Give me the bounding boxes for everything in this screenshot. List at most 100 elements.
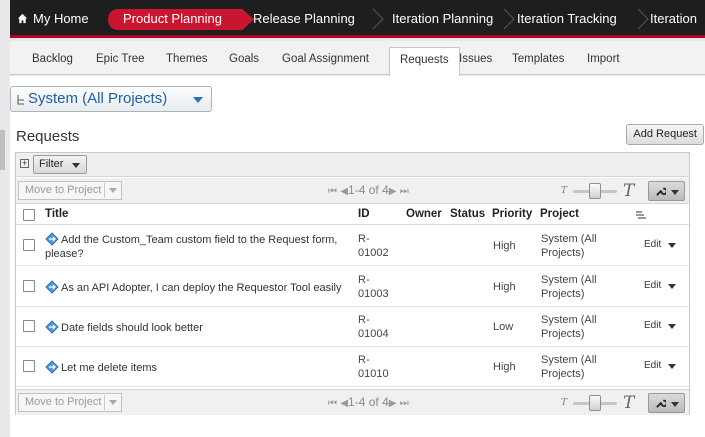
tab-themes[interactable]: Themes: [166, 53, 208, 65]
tab-iteration[interactable]: Iteration: [650, 0, 697, 38]
pager: ⏮ ◀1-4 of 4▶ ⏭: [328, 183, 409, 197]
column-id[interactable]: ID: [358, 208, 370, 220]
column-settings-icon[interactable]: [635, 210, 647, 220]
request-title[interactable]: Date fields should look better: [45, 320, 345, 335]
sub-nav: Backlog Epic Tree Themes Goals Goal Assi…: [10, 41, 705, 76]
tab-iteration-tracking[interactable]: Iteration Tracking: [517, 0, 617, 38]
project: System (All Projects): [541, 353, 611, 381]
chevron-down-icon[interactable]: [668, 284, 676, 289]
column-project[interactable]: Project: [540, 208, 579, 220]
tab-epic-tree[interactable]: Epic Tree: [96, 53, 145, 65]
prev-page-icon[interactable]: ◀: [340, 398, 348, 409]
project-selector[interactable]: System (All Projects): [10, 86, 212, 112]
grid-toolbar-top: Move to Project ⏮ ◀1-4 of 4▶ ⏭ T T: [16, 178, 689, 204]
chevron-right-icon: [503, 9, 515, 29]
main-panel: System (All Projects) Requests Add Reque…: [10, 76, 705, 437]
id-line: 01004: [358, 328, 389, 340]
edit-link[interactable]: Edit: [644, 320, 661, 331]
project-line: Projects): [541, 368, 585, 380]
text-size-slider[interactable]: T T: [561, 393, 641, 413]
large-text-icon: T: [623, 393, 635, 413]
request-title[interactable]: Let me delete items: [45, 360, 345, 375]
tab-iteration-planning[interactable]: Iteration Planning: [392, 0, 493, 38]
request-title[interactable]: As an API Adopter, I can deploy the Requ…: [45, 280, 345, 295]
slider-handle[interactable]: [589, 395, 601, 411]
column-owner[interactable]: Owner: [406, 208, 442, 220]
edit-link[interactable]: Edit: [644, 280, 661, 291]
prev-page-icon[interactable]: ◀: [340, 186, 348, 197]
tab-import[interactable]: Import: [587, 53, 620, 65]
tab-backlog[interactable]: Backlog: [32, 53, 73, 65]
column-title[interactable]: Title: [45, 208, 68, 220]
id-line: 01010: [358, 368, 389, 380]
small-text-icon: T: [561, 186, 568, 196]
tab-my-home[interactable]: My Home: [10, 0, 104, 38]
request-icon: [45, 360, 59, 374]
move-to-project-button[interactable]: Move to Project: [18, 393, 122, 412]
tab-label: Release Planning: [253, 11, 355, 26]
table-header: Title ID Owner Status Priority Project: [16, 205, 689, 225]
add-request-button[interactable]: Add Request: [626, 124, 704, 145]
table-row[interactable]: As an API Adopter, I can deploy the Requ…: [16, 267, 689, 307]
id-line: R-: [358, 274, 370, 286]
top-nav: My Home Product Planning Release Plannin…: [10, 0, 705, 38]
priority: High: [493, 361, 516, 373]
tab-release-planning[interactable]: Release Planning: [253, 0, 355, 38]
edit-link[interactable]: Edit: [644, 239, 661, 250]
next-page-icon[interactable]: ▶: [389, 398, 397, 409]
panel-splitter[interactable]: [0, 130, 5, 170]
table-row[interactable]: Date fields should look better R- 01004 L…: [16, 307, 689, 347]
table-row[interactable]: Add the Custom_Team custom field to the …: [16, 226, 689, 266]
filter-bar: + Filter: [16, 153, 689, 177]
chevron-down-icon[interactable]: [668, 324, 676, 329]
request-title[interactable]: Add the Custom_Team custom field to the …: [45, 232, 345, 261]
project-line: Projects): [541, 288, 585, 300]
filter-label: Filter: [39, 158, 64, 170]
tab-label: Product Planning: [123, 11, 223, 26]
tab-label: Iteration Tracking: [517, 11, 617, 26]
request-id: R- 01002: [358, 232, 398, 260]
column-priority[interactable]: Priority: [492, 208, 532, 220]
chevron-down-icon: [671, 402, 679, 407]
table-row[interactable]: Let me delete items R- 01010 High System …: [16, 347, 689, 387]
id-line: R-: [358, 354, 370, 366]
first-page-icon[interactable]: ⏮: [328, 398, 337, 409]
row-checkbox[interactable]: [23, 320, 35, 332]
move-label: Move to Project: [25, 396, 102, 408]
tools-menu-button[interactable]: [648, 181, 685, 201]
select-all-checkbox[interactable]: [23, 209, 35, 221]
tab-label: My Home: [33, 11, 89, 26]
tools-menu-button[interactable]: [648, 393, 685, 413]
row-checkbox[interactable]: [23, 360, 35, 372]
chevron-down-icon[interactable]: [668, 364, 676, 369]
next-page-icon[interactable]: ▶: [389, 186, 397, 197]
filter-button[interactable]: Filter: [33, 155, 87, 174]
row-checkbox[interactable]: [23, 239, 35, 251]
text-size-slider[interactable]: T T: [561, 181, 641, 201]
tab-templates[interactable]: Templates: [512, 53, 564, 65]
chevron-down-icon[interactable]: [668, 243, 676, 248]
slider-handle[interactable]: [589, 183, 601, 199]
tab-issues[interactable]: Issues: [459, 53, 492, 65]
wrench-icon: [656, 187, 666, 196]
large-text-icon: T: [623, 181, 635, 201]
tab-goal-assignment[interactable]: Goal Assignment: [282, 53, 369, 65]
request-icon: [45, 320, 59, 334]
expand-icon[interactable]: +: [20, 159, 29, 168]
last-page-icon[interactable]: ⏭: [400, 398, 409, 409]
last-page-icon[interactable]: ⏭: [400, 186, 409, 197]
project: System (All Projects): [541, 273, 611, 301]
first-page-icon[interactable]: ⏮: [328, 186, 337, 197]
tab-goals[interactable]: Goals: [229, 53, 259, 65]
request-id: R- 01003: [358, 273, 398, 301]
project-line: System (All: [541, 233, 597, 245]
chevron-right-icon: [372, 9, 384, 29]
request-icon: [45, 232, 59, 246]
tab-requests[interactable]: Requests: [389, 47, 460, 76]
requests-grid: + Filter Move to Project ⏮ ◀1-4 of 4▶ ⏭ …: [15, 152, 690, 415]
edit-link[interactable]: Edit: [644, 360, 661, 371]
tab-product-planning[interactable]: Product Planning: [108, 0, 254, 38]
column-status[interactable]: Status: [450, 208, 485, 220]
move-to-project-button[interactable]: Move to Project: [18, 181, 122, 200]
row-checkbox[interactable]: [23, 280, 35, 292]
